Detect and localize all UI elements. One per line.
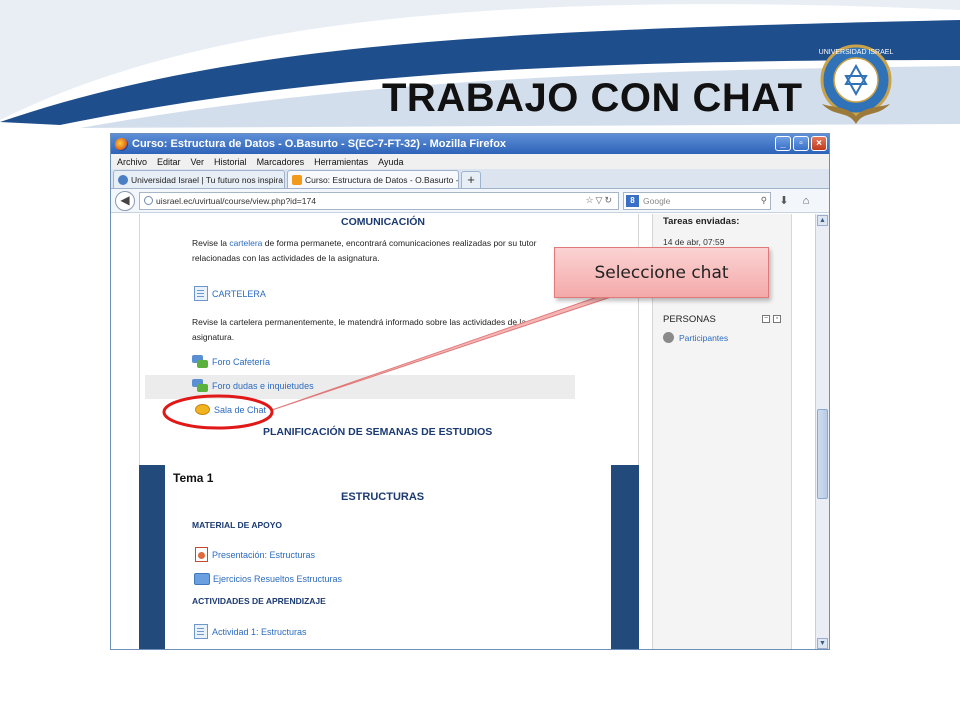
menu-marcadores[interactable]: Marcadores: [257, 157, 305, 167]
block-controls: − ▫: [762, 315, 781, 323]
close-window-button[interactable]: ×: [811, 136, 827, 151]
tab-strip: Universidad Israel | Tu futuro nos inspi…: [111, 169, 829, 189]
moodle-favicon-icon: [292, 174, 302, 185]
dock-block-icon[interactable]: ▫: [773, 315, 781, 323]
presentation-file-icon: [195, 547, 208, 562]
svg-text:UNIVERSIDAD ISRAEL: UNIVERSIDAD ISRAEL: [819, 49, 894, 56]
window-titlebar: Curso: Estructura de Datos - O.Basurto -…: [111, 134, 829, 154]
url-bar[interactable]: uisrael.ec/uvirtual/course/view.php?id=1…: [139, 191, 619, 210]
menu-herramientas[interactable]: Herramientas: [314, 157, 368, 167]
window-controls: _ ▫ ×: [775, 136, 827, 151]
personas-block-title: PERSONAS: [663, 314, 716, 325]
url-bar-actions: ☆▽↻: [585, 195, 614, 205]
globe-favicon-icon: [118, 174, 128, 185]
university-seal-logo: UNIVERSIDAD ISRAEL: [819, 44, 894, 124]
chat-icon: [195, 404, 210, 415]
vertical-scrollbar[interactable]: ▲ ▼: [815, 214, 829, 649]
search-engine-label: Google: [643, 195, 671, 206]
scroll-down-arrow-icon[interactable]: ▼: [817, 638, 828, 649]
tab-curso[interactable]: Curso: Estructura de Datos - O.Basurto -…: [287, 170, 459, 188]
collapse-block-icon[interactable]: −: [762, 315, 770, 323]
forum-icon: [192, 379, 209, 393]
tema-title: Tema 1: [173, 471, 214, 485]
tab-label: Curso: Estructura de Datos - O.Basurto -…: [305, 174, 459, 185]
tab-close-icon[interactable]: ×: [283, 175, 284, 185]
menu-editar[interactable]: Editar: [157, 157, 181, 167]
navigation-toolbar: ◀ uisrael.ec/uvirtual/course/view.php?id…: [111, 189, 829, 213]
foro-dudas-link[interactable]: Foro dudas e inquietudes: [192, 379, 314, 393]
firefox-logo-icon: [115, 137, 128, 151]
foro-cafeteria-link[interactable]: Foro Cafetería: [192, 355, 270, 369]
actividades-aprendizaje-heading: ACTIVIDADES DE APRENDIZAJE: [192, 596, 326, 606]
menu-archivo[interactable]: Archivo: [117, 157, 147, 167]
window-title: Curso: Estructura de Datos - O.Basurto -…: [132, 138, 507, 150]
back-arrow-icon[interactable]: ◀: [115, 190, 135, 211]
search-icon[interactable]: ⚲: [761, 195, 770, 206]
cartelera-description-text: Revise la cartelera permanentemente, le …: [192, 317, 527, 342]
page-icon: [194, 286, 208, 301]
scrollbar-thumb[interactable]: [817, 409, 828, 499]
actividad-1-link[interactable]: Actividad 1: Estructuras: [194, 624, 307, 639]
participantes-link[interactable]: Participantes: [663, 332, 728, 343]
ejercicios-resueltos-link[interactable]: Ejercicios Resueltos Estructuras: [194, 573, 342, 585]
menu-ver[interactable]: Ver: [191, 157, 205, 167]
tareas-date: 14 de abr, 07:59: [663, 237, 725, 247]
presentacion-estructuras-link[interactable]: Presentación: Estructuras: [195, 547, 315, 562]
tab-label: Universidad Israel | Tu futuro nos inspi…: [131, 174, 283, 185]
new-tab-button[interactable]: +: [461, 171, 481, 188]
section-planificacion-title: PLANIFICACIÓN DE SEMANAS DE ESTUDIOS: [263, 426, 493, 438]
tema-heading: ESTRUCTURAS: [341, 491, 425, 503]
cartelera-link[interactable]: CARTELERA: [194, 286, 266, 301]
sala-de-chat-link[interactable]: Sala de Chat: [195, 404, 266, 415]
tab-universidad-israel[interactable]: Universidad Israel | Tu futuro nos inspi…: [113, 170, 285, 188]
section-comunicacion-title: COMUNICACIÓN: [341, 216, 425, 228]
download-icon[interactable]: ⬇: [775, 194, 793, 207]
home-icon[interactable]: ⌂: [797, 195, 815, 207]
google-icon: 8: [626, 194, 639, 207]
browser-window: Curso: Estructura de Datos - O.Basurto -…: [110, 133, 830, 650]
tareas-enviadas-label: Tareas enviadas:: [663, 216, 740, 227]
url-text: uisrael.ec/uvirtual/course/view.php?id=1…: [156, 195, 316, 206]
material-apoyo-heading: MATERIAL DE APOYO: [192, 520, 283, 530]
scroll-up-arrow-icon[interactable]: ▲: [817, 215, 828, 226]
search-input[interactable]: 8 Google ⚲: [623, 191, 771, 210]
forum-icon: [192, 355, 209, 369]
folder-icon: [194, 573, 210, 585]
menu-ayuda[interactable]: Ayuda: [378, 157, 403, 167]
globe-icon: [144, 196, 153, 205]
person-icon: [663, 332, 674, 343]
assignment-icon: [194, 624, 208, 639]
slide-title: TRABAJO CON CHAT: [382, 76, 803, 120]
minimize-button[interactable]: _: [775, 136, 791, 151]
cartelera-inline-link[interactable]: cartelera: [229, 238, 262, 248]
maximize-button[interactable]: ▫: [793, 136, 809, 151]
cartelera-intro-text: Revise la cartelera de forma permanete, …: [192, 238, 537, 263]
menu-historial[interactable]: Historial: [214, 157, 247, 167]
instruction-callout: Seleccione chat: [554, 247, 769, 298]
menu-bar: Archivo Editar Ver Historial Marcadores …: [111, 154, 829, 169]
